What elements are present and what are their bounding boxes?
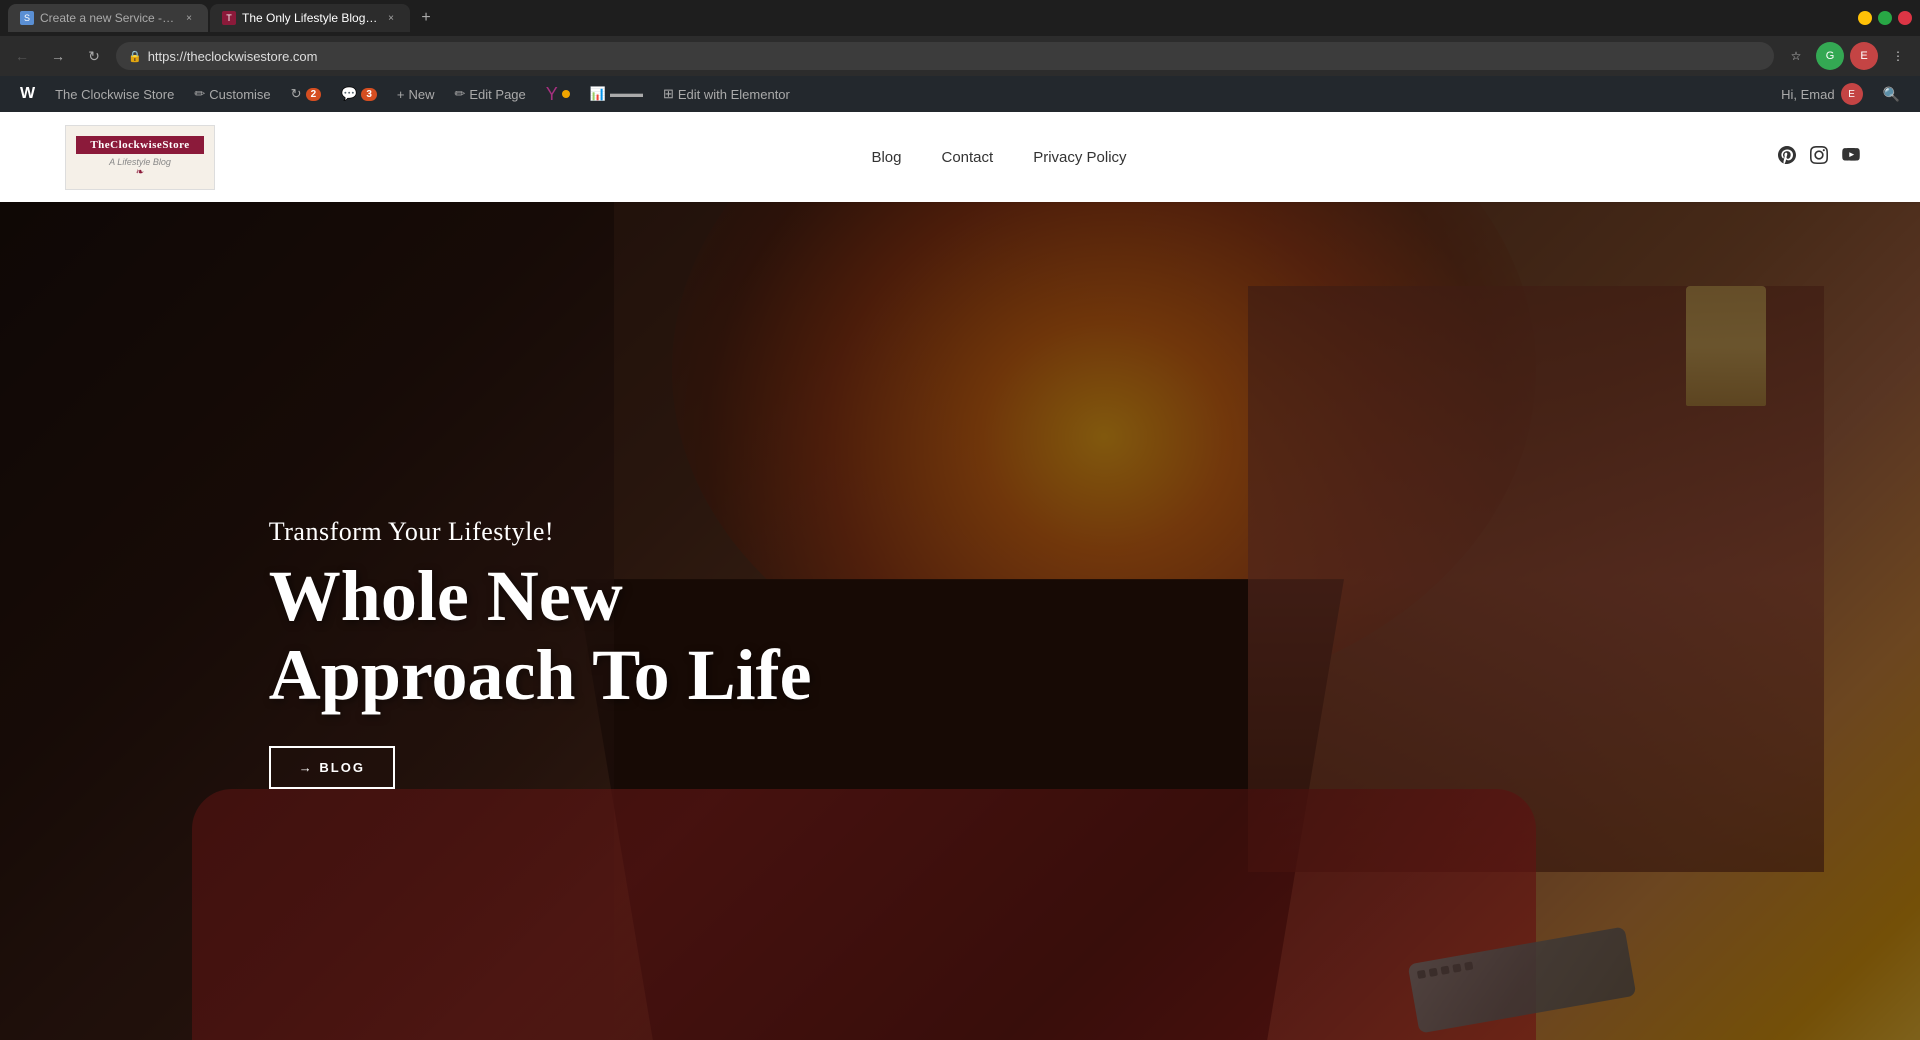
nav-link-privacy[interactable]: Privacy Policy <box>1033 149 1126 166</box>
minimize-button[interactable] <box>1858 11 1872 25</box>
nav-link-blog[interactable]: Blog <box>871 149 901 166</box>
performance-chart-icon: ▬▬▬ <box>610 88 643 100</box>
logo-subtitle: A Lifestyle Blog <box>109 157 171 167</box>
tab-add-button[interactable]: + <box>412 4 440 32</box>
hero-title-line2: Approach To Life <box>269 635 812 715</box>
customise-button[interactable]: ✏ Customise <box>186 76 278 112</box>
address-bar-actions: ☆ G E ⋮ <box>1782 42 1912 70</box>
bookmark-button[interactable]: ☆ <box>1782 42 1810 70</box>
instagram-icon[interactable] <box>1810 146 1828 169</box>
elementor-label: Edit with Elementor <box>678 87 790 102</box>
forward-button[interactable]: → <box>44 42 72 70</box>
yoast-status-dot <box>562 90 570 98</box>
youtube-icon[interactable] <box>1842 146 1860 169</box>
comments-icon: 💬 <box>341 86 357 102</box>
new-button[interactable]: + New <box>389 76 443 112</box>
customise-label: Customise <box>209 87 270 102</box>
new-icon: + <box>397 87 405 102</box>
yoast-icon: Y <box>546 84 558 105</box>
updates-badge: 2 <box>306 88 322 101</box>
website-content: TheClockwiseStore A Lifestyle Blog ❧ Blo… <box>0 112 1920 1040</box>
logo-decoration: ❧ <box>136 167 144 178</box>
extensions-button[interactable]: ⋮ <box>1884 42 1912 70</box>
logo-box: TheClockwiseStore A Lifestyle Blog ❧ <box>65 125 215 190</box>
tab-bar: S Create a new Service - SEOClerks × T T… <box>0 0 1920 36</box>
site-name-button[interactable]: The Clockwise Store <box>47 76 182 112</box>
wp-logo-button[interactable]: W <box>12 76 43 112</box>
pinterest-icon[interactable] <box>1778 146 1796 169</box>
hero-title-line1: Whole New <box>269 556 623 636</box>
updates-button[interactable]: ↻ 2 <box>283 76 329 112</box>
tab-close-1[interactable]: × <box>182 11 196 25</box>
hero-content: Transform Your Lifestyle! Whole New Appr… <box>269 517 812 788</box>
tab-lifestyle[interactable]: T The Only Lifestyle Blog That Tea… × <box>210 4 410 32</box>
edit-page-icon: ✏ <box>454 86 465 102</box>
site-header: TheClockwiseStore A Lifestyle Blog ❧ Blo… <box>0 112 1920 202</box>
hero-cta-button[interactable]: → BLOG <box>269 746 395 789</box>
logo-brand-name: TheClockwiseStore <box>76 136 203 154</box>
site-logo[interactable]: TheClockwiseStore A Lifestyle Blog ❧ <box>60 122 220 192</box>
user-avatar: E <box>1841 83 1863 105</box>
edit-page-button[interactable]: ✏ Edit Page <box>446 76 533 112</box>
tab-favicon-2: T <box>222 11 236 25</box>
hero-section: Transform Your Lifestyle! Whole New Appr… <box>0 202 1920 1040</box>
site-name-label: The Clockwise Store <box>55 87 174 102</box>
refresh-button[interactable]: ↻ <box>80 42 108 70</box>
elementor-button[interactable]: ⊞ Edit with Elementor <box>655 76 798 112</box>
address-bar: ← → ↻ 🔒 https://theclockwisestore.com ☆ … <box>0 36 1920 76</box>
google-account-button[interactable]: G <box>1816 42 1844 70</box>
wp-logo-icon: W <box>20 85 35 103</box>
profile-picture[interactable]: E <box>1850 42 1878 70</box>
comments-badge: 3 <box>361 88 377 101</box>
hero-title: Whole New Approach To Life <box>269 557 812 715</box>
tab-close-2[interactable]: × <box>384 11 398 25</box>
admin-search-button[interactable]: 🔍 <box>1875 86 1908 103</box>
tab-favicon-1: S <box>20 11 34 25</box>
comments-button[interactable]: 💬 3 <box>333 76 385 112</box>
tab-label-2: The Only Lifestyle Blog That Tea… <box>242 11 378 25</box>
restore-button[interactable] <box>1878 11 1892 25</box>
yoast-button[interactable]: Y <box>538 76 578 112</box>
wp-admin-bar: W The Clockwise Store ✏ Customise ↻ 2 💬 … <box>0 76 1920 112</box>
edit-page-label: Edit Page <box>469 87 525 102</box>
social-icons <box>1778 146 1860 169</box>
url-text: https://theclockwisestore.com <box>148 49 1762 64</box>
url-bar[interactable]: 🔒 https://theclockwisestore.com <box>116 42 1774 70</box>
new-label: New <box>408 87 434 102</box>
hero-subtitle: Transform Your Lifestyle! <box>269 517 812 547</box>
back-button[interactable]: ← <box>8 42 36 70</box>
tab-seoclerks[interactable]: S Create a new Service - SEOClerks × <box>8 4 208 32</box>
performance-button[interactable]: 📊 ▬▬▬ <box>582 76 651 112</box>
customise-icon: ✏ <box>194 86 205 102</box>
user-greeting[interactable]: Hi, Emad E <box>1773 83 1870 105</box>
ssl-lock-icon: 🔒 <box>128 50 142 63</box>
greeting-text: Hi, Emad <box>1781 87 1834 102</box>
elementor-icon: ⊞ <box>663 86 674 102</box>
browser-chrome: S Create a new Service - SEOClerks × T T… <box>0 0 1920 112</box>
window-controls <box>1858 11 1912 25</box>
updates-icon: ↻ <box>291 86 302 102</box>
performance-icon: 📊 <box>590 86 606 102</box>
site-nav: Blog Contact Privacy Policy <box>871 149 1126 166</box>
tab-label-1: Create a new Service - SEOClerks <box>40 11 176 25</box>
nav-link-contact[interactable]: Contact <box>941 149 993 166</box>
close-button[interactable] <box>1898 11 1912 25</box>
